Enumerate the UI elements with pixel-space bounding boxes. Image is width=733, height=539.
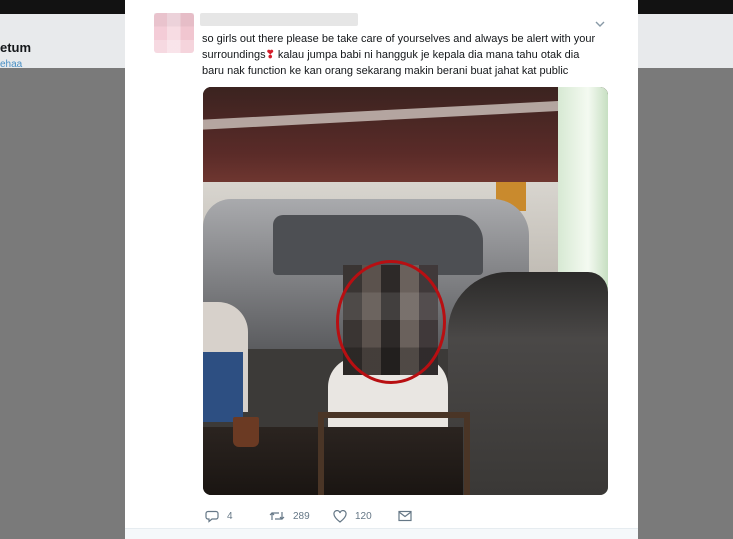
tweet-text-line-2b: kalau jumpa babi ni hangguk je kepala di… [274,49,580,61]
tweet-text: so girls out there please be take care o… [202,31,607,79]
retweet-button[interactable]: 289 [269,508,310,524]
reply-icon [205,509,219,523]
tweet-text-line-2a: surroundings [202,49,266,61]
highlight-circle [336,260,446,384]
heart-exclamation-emoji: ❣ [265,49,275,61]
tweet-text-line-3: baru nak function ke kan orang sekarang … [202,65,569,77]
avatar[interactable] [154,13,194,53]
reply-button[interactable]: 4 [205,508,233,524]
author-name-redacted[interactable] [200,13,358,26]
retweet-icon [269,509,285,523]
photo-person-right [448,272,608,495]
message-icon [398,510,412,522]
chevron-down-icon[interactable] [594,18,606,30]
like-icon [333,509,347,523]
direct-message-button[interactable] [398,508,412,524]
background-user-name: etum [0,40,32,55]
like-count: 120 [355,510,372,522]
photo-cup [233,417,259,447]
photo-blue-shirt [203,352,243,422]
reply-count: 4 [227,510,233,522]
tweet-modal: so girls out there please be take care o… [125,0,638,539]
tweet-text-line-2: surroundings❣ kalau jumpa babi ni hanggu… [202,47,607,63]
tweet-photo[interactable] [203,87,608,495]
retweet-count: 289 [293,510,310,522]
reply-area-top [125,529,638,539]
photo-chair [318,412,470,495]
tweet-text-line-1: so girls out there please be take care o… [202,33,596,45]
like-button[interactable]: 120 [333,508,372,524]
